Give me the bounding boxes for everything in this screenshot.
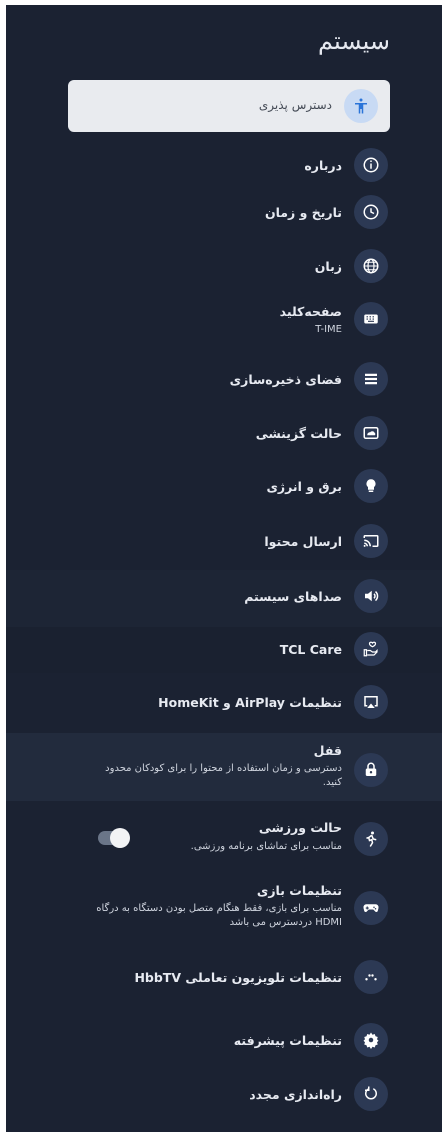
- settings-panel: سیستم دسترس پذیری درباره تاریخ و زمان زب…: [6, 5, 442, 1132]
- menu-item-ambient[interactable]: حالت گزینشی: [6, 416, 442, 452]
- menu-item-hbbtv[interactable]: تنظیمات تلویزیون تعاملی HbbTV: [6, 960, 442, 996]
- menu-item-label: حالت گزینشی: [255, 426, 342, 441]
- menu-item-subtext: دسترسی و زمان استفاده از محتوا را برای ک…: [105, 763, 342, 788]
- menu-item-label: تنظیمات بازی: [256, 883, 342, 898]
- menu-item-storage[interactable]: فضای ذخیره‌سازی: [6, 362, 442, 398]
- menu-item-keyboard[interactable]: صفحه‌کلید T-IME: [6, 302, 442, 338]
- menu-item-subtext: T-IME: [315, 324, 342, 335]
- lock-icon: [354, 753, 388, 787]
- menu-item-label: راه‌اندازی مجدد: [249, 1087, 342, 1102]
- menu-item-label: تنظیمات تلویزیون تعاملی HbbTV: [134, 970, 342, 985]
- menu-item-label: صداهای سیستم: [244, 589, 342, 604]
- menu-item-airplay[interactable]: تنظیمات AirPlay و HomeKit: [6, 685, 442, 721]
- speaker-icon: [354, 579, 388, 613]
- keyboard-icon: [354, 302, 388, 336]
- menu-item-advanced-settings[interactable]: تنظیمات پیشرفته: [6, 1023, 442, 1059]
- menu-item-label: ارسال محتوا: [264, 534, 342, 549]
- airplay-icon: [354, 685, 388, 719]
- sports-mode-toggle[interactable]: [98, 828, 130, 848]
- menu-item-label: تنظیمات AirPlay و HomeKit: [158, 695, 342, 710]
- running-icon: [354, 822, 388, 856]
- menu-item-sports-mode[interactable]: حالت ورزشی مناسب برای تماشای برنامه ورزش…: [6, 820, 442, 860]
- globe-icon: [354, 249, 388, 283]
- gear-icon: [354, 1023, 388, 1057]
- page-title: سیستم: [318, 27, 390, 55]
- cast-icon: [354, 524, 388, 558]
- menu-item-label: تاریخ و زمان: [264, 205, 342, 220]
- accessibility-icon: [344, 89, 378, 123]
- menu-item-label: حالت ورزشی: [258, 820, 342, 835]
- menu-item-label: تنظیمات پیشرفته: [233, 1033, 342, 1048]
- menu-item-subtext: مناسب برای بازی، فقط هنگام متصل بودن دست…: [96, 903, 342, 928]
- toggle-knob: [110, 828, 130, 848]
- dots-icon: [354, 960, 388, 994]
- ambient-icon: [354, 416, 388, 450]
- menu-item-game-settings[interactable]: تنظیمات بازی مناسب برای بازی، فقط هنگام …: [6, 883, 442, 939]
- menu-item-about[interactable]: درباره: [6, 148, 442, 184]
- restart-icon: [354, 1077, 388, 1111]
- menu-item-subtext: مناسب برای تماشای برنامه ورزشی.: [190, 841, 342, 852]
- menu-item-language[interactable]: زبان: [6, 249, 442, 285]
- menu-item-lock[interactable]: قفل دسترسی و زمان استفاده از محتوا را بر…: [6, 743, 442, 795]
- menu-item-restart[interactable]: راه‌اندازی مجدد: [6, 1077, 442, 1113]
- gamepad-icon: [354, 891, 388, 925]
- storage-icon: [354, 362, 388, 396]
- menu-item-label: قفل: [313, 743, 342, 758]
- menu-item-system-sounds[interactable]: صداهای سیستم: [6, 579, 442, 615]
- clock-icon: [354, 195, 388, 229]
- menu-item-datetime[interactable]: تاریخ و زمان: [6, 195, 442, 231]
- menu-item-label: صفحه‌کلید: [279, 304, 342, 319]
- menu-item-label: درباره: [304, 158, 342, 173]
- menu-item-label: زبان: [314, 259, 342, 274]
- lightbulb-icon: [354, 469, 388, 503]
- menu-item-label: TCL Care: [279, 642, 342, 657]
- menu-item-label: دسترس پذیری: [258, 98, 332, 112]
- menu-item-label: برق و انرژی: [266, 479, 342, 494]
- info-icon: [354, 148, 388, 182]
- menu-item-accessibility[interactable]: دسترس پذیری: [68, 80, 390, 132]
- menu-item-tcl-care[interactable]: TCL Care: [6, 632, 442, 668]
- menu-item-power[interactable]: برق و انرژی: [6, 469, 442, 505]
- menu-item-label: فضای ذخیره‌سازی: [229, 372, 342, 387]
- menu-item-cast[interactable]: ارسال محتوا: [6, 524, 442, 560]
- care-hand-icon: [354, 632, 388, 666]
